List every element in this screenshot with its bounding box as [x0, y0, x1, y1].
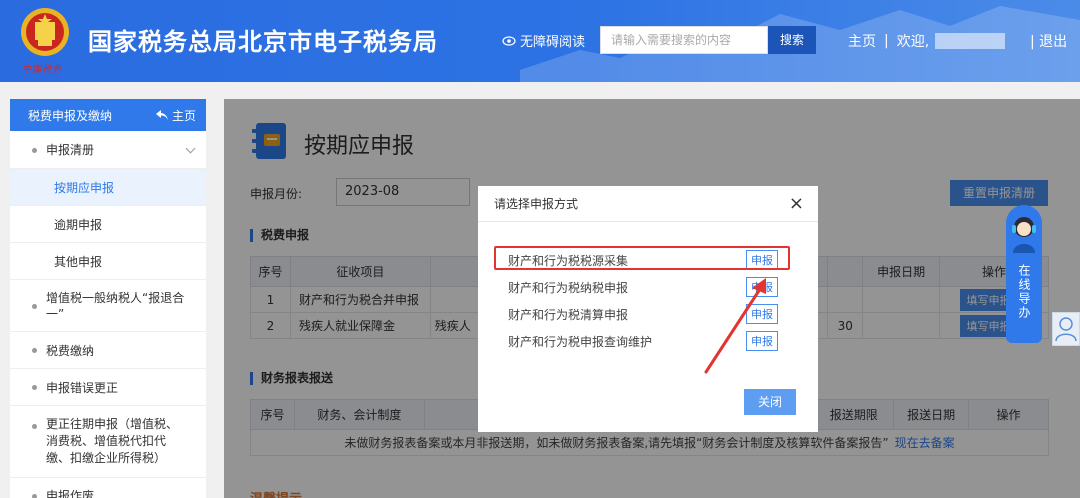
dialog-title: 请选择申报方式 — [494, 197, 579, 211]
sidebar-item-label: 申报作废 — [46, 489, 95, 498]
user-name-redacted — [935, 33, 1006, 49]
sidebar-home-link[interactable]: 主页 — [155, 107, 196, 124]
accessibility-link[interactable]: 无障碍阅读 — [502, 31, 585, 50]
chevron-down-icon — [185, 143, 196, 154]
sidebar-item-label: 更正往期申报（增值税、消费税、增值税代扣代缴、扣缴企业所得税） — [46, 417, 179, 465]
tax-emblem-icon — [21, 8, 69, 56]
search-input[interactable] — [600, 26, 768, 54]
sidebar-item-correct-prior[interactable]: 更正往期申报（增值税、消费税、增值税代扣代缴、扣缴企业所得税） — [10, 406, 206, 478]
dialog-header: 请选择申报方式 × — [478, 186, 818, 222]
bullet-dot — [32, 303, 37, 309]
sidebar-item-label: 税费缴纳 — [46, 343, 95, 358]
sidebar-item-other-declare[interactable]: 其他申报 — [10, 243, 206, 280]
close-icon[interactable]: × — [789, 194, 804, 213]
logout-link[interactable]: | 退出 — [1030, 31, 1067, 51]
option-tax-declare: 财产和行为税纳税申报 申报 — [508, 277, 778, 297]
highlight-box — [494, 246, 790, 270]
sidebar-item-label: 申报错误更正 — [46, 380, 119, 395]
accessibility-label: 无障碍阅读 — [520, 35, 586, 50]
user-icon — [1055, 317, 1077, 342]
sidebar-home-label: 主页 — [171, 108, 196, 123]
bullet-dot — [32, 147, 37, 153]
sidebar-item-label: 申报清册 — [46, 143, 95, 157]
sidebar-item-void[interactable]: 申报作废 — [10, 478, 206, 498]
logout-label: 退出 — [1039, 34, 1068, 50]
nav-separator: | — [884, 33, 889, 49]
site-title: 国家税务总局北京市电子税务局 — [88, 28, 438, 56]
sidebar-item-declare-list[interactable]: 申报清册 — [10, 131, 206, 169]
sidebar: 税费申报及缴纳 主页 申报清册 按期应申报 逾期申报 其他申报 增值税一般纳税人… — [10, 99, 206, 498]
sidebar-item-label: 增值税一般纳税人“报退合一” — [46, 290, 185, 321]
declare-button[interactable]: 申报 — [746, 277, 778, 297]
sidebar-item-period-declare[interactable]: 按期应申报 — [10, 169, 206, 206]
sidebar-item-overdue-declare[interactable]: 逾期申报 — [10, 206, 206, 243]
welcome-text: 欢迎, — [896, 34, 930, 50]
nav-separator: | — [1030, 34, 1035, 50]
option-settle-declare: 财产和行为税清算申报 申报 — [508, 304, 778, 324]
online-help-label: 在线导办 — [1017, 264, 1031, 320]
dialog-close-button[interactable]: 关闭 — [744, 389, 796, 415]
bullet-dot — [32, 348, 37, 353]
home-link[interactable]: 主页 — [848, 31, 876, 51]
option-label: 财产和行为税纳税申报 — [508, 280, 629, 295]
sidebar-header: 税费申报及缴纳 主页 — [10, 99, 206, 131]
top-nav: 主页 | 欢迎, — [848, 31, 1006, 51]
back-arrow-icon — [155, 110, 168, 120]
emblem-caption: 中国税务 — [22, 65, 63, 75]
user-float-icon[interactable] — [1052, 312, 1080, 346]
sidebar-title: 税费申报及缴纳 — [28, 108, 113, 123]
sidebar-item-vat[interactable]: 增值税一般纳税人“报退合一” — [10, 280, 206, 332]
option-label: 财产和行为税清算申报 — [508, 307, 629, 322]
agent-avatar-icon — [1012, 217, 1036, 253]
bullet-dot — [32, 424, 37, 429]
declare-button[interactable]: 申报 — [746, 331, 778, 351]
declare-button[interactable]: 申报 — [746, 304, 778, 324]
option-label: 财产和行为税申报查询维护 — [508, 334, 653, 349]
bullet-dot — [32, 493, 37, 498]
eye-icon — [502, 35, 516, 46]
sidebar-item-correct[interactable]: 申报错误更正 — [10, 369, 206, 406]
sidebar-item-pay[interactable]: 税费缴纳 — [10, 332, 206, 369]
bullet-dot — [32, 385, 37, 390]
online-help-widget[interactable]: 在线导办 — [1006, 205, 1042, 343]
option-query-maintain: 财产和行为税申报查询维护 申报 — [508, 331, 778, 351]
site-header: 中国税务 国家税务总局北京市电子税务局 无障碍阅读 搜索 主页 | 欢迎, | … — [0, 0, 1080, 82]
search-button[interactable]: 搜索 — [768, 26, 816, 54]
